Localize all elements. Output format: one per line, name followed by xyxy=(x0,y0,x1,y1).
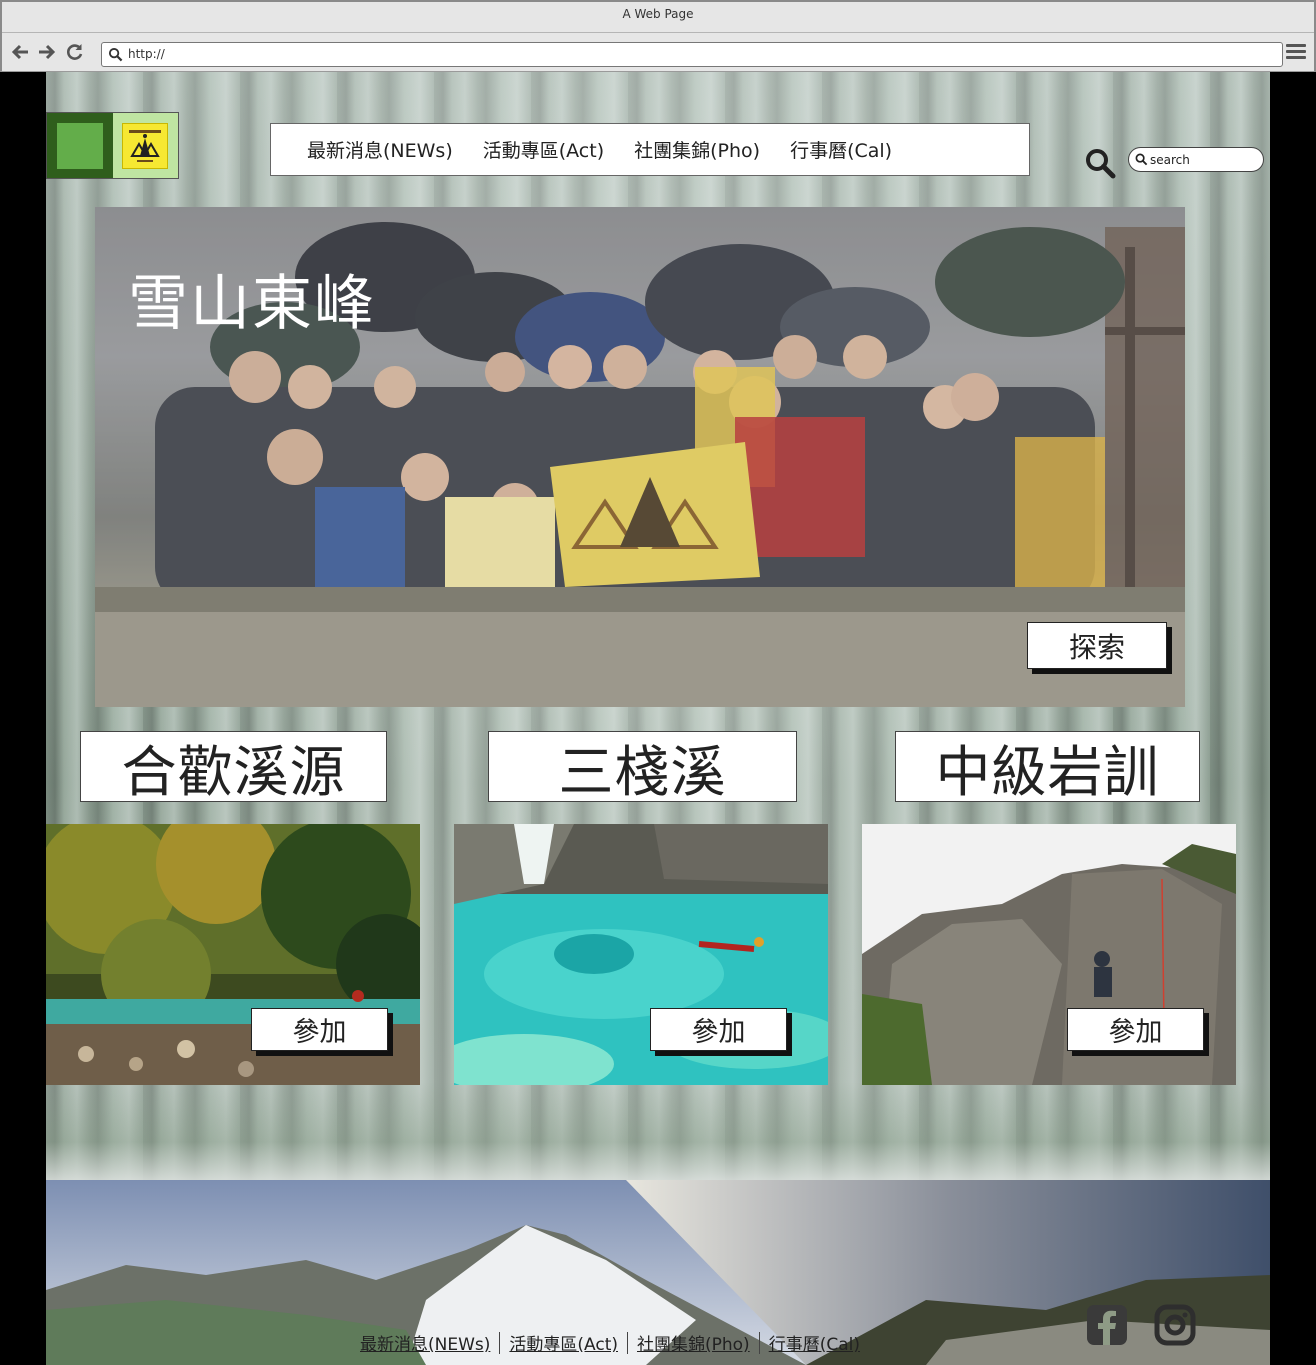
hero-banner: 雪山東峰 探索 xyxy=(95,207,1185,707)
browser-menu-button[interactable] xyxy=(1286,44,1306,64)
page-viewport: 最新消息(NEWs) 活動專區(Act) 社團集錦(Pho) 行事曆(Cal) xyxy=(0,72,1316,1365)
nav-calendar[interactable]: 行事曆(Cal) xyxy=(790,136,892,163)
nav-photos[interactable]: 社團集錦(Pho) xyxy=(634,136,760,163)
activity-card-hehuan: 參加 xyxy=(46,824,420,1085)
reload-icon xyxy=(67,44,83,60)
nav-activities[interactable]: 活動專區(Act) xyxy=(483,136,604,163)
activity-title-hehuan[interactable]: 合歡溪源 xyxy=(80,731,387,804)
url-text: http:// xyxy=(128,47,165,61)
footer: 最新消息(NEWs) 活動專區(Act) 社團集錦(Pho) 行事曆(Cal) xyxy=(46,1180,1270,1365)
activity-card-climbing: 參加 xyxy=(862,824,1236,1085)
hero-title: 雪山東峰 xyxy=(128,269,376,339)
search-field-icon xyxy=(1135,153,1148,166)
search-icon[interactable] xyxy=(1084,147,1116,179)
chrome-divider xyxy=(2,32,1314,33)
forward-button[interactable] xyxy=(35,42,57,64)
explore-button[interactable]: 探索 xyxy=(1027,622,1167,669)
instagram-icon[interactable] xyxy=(1154,1304,1196,1346)
forest-floor-fade xyxy=(46,1082,1270,1182)
join-button-sanzhan[interactable]: 參加 xyxy=(650,1008,787,1051)
page-canvas: 最新消息(NEWs) 活動專區(Act) 社團集錦(Pho) 行事曆(Cal) xyxy=(46,72,1270,1365)
join-button-hehuan[interactable]: 參加 xyxy=(251,1008,388,1051)
logo-dark-block xyxy=(47,113,113,178)
back-button[interactable] xyxy=(10,42,32,64)
footer-link-calendar[interactable]: 行事曆(Cal) xyxy=(760,1330,869,1355)
arrow-right-icon xyxy=(39,44,56,60)
logo-light-block xyxy=(112,113,178,178)
search-input[interactable] xyxy=(1150,151,1258,169)
browser-chrome: A Web Page http:// xyxy=(0,0,1316,72)
window-title: A Web Page xyxy=(622,7,694,21)
facebook-icon[interactable] xyxy=(1086,1304,1128,1346)
url-bar[interactable]: http:// xyxy=(101,42,1283,67)
activity-title-sanzhan[interactable]: 三棧溪 xyxy=(488,731,797,804)
footer-nav: 最新消息(NEWs) 活動專區(Act) 社團集錦(Pho) 行事曆(Cal) xyxy=(351,1330,869,1355)
join-button-climbing[interactable]: 參加 xyxy=(1067,1008,1204,1051)
footer-link-activities[interactable]: 活動專區(Act) xyxy=(500,1330,627,1355)
activity-card-sanzhan: 參加 xyxy=(454,824,828,1085)
footer-link-photos[interactable]: 社團集錦(Pho) xyxy=(628,1330,759,1355)
activity-title-climbing[interactable]: 中級岩訓 xyxy=(895,731,1200,804)
nav-news[interactable]: 最新消息(NEWs) xyxy=(307,136,453,163)
search-box xyxy=(1128,147,1264,172)
reload-button[interactable] xyxy=(64,42,86,64)
top-nav: 最新消息(NEWs) 活動專區(Act) 社團集錦(Pho) 行事曆(Cal) xyxy=(270,123,1030,176)
footer-link-news[interactable]: 最新消息(NEWs) xyxy=(351,1330,499,1355)
logo-square xyxy=(56,122,103,169)
arrow-left-icon xyxy=(11,44,28,60)
search-icon xyxy=(108,47,123,62)
site-logo[interactable] xyxy=(46,112,179,179)
club-logo xyxy=(122,122,169,169)
